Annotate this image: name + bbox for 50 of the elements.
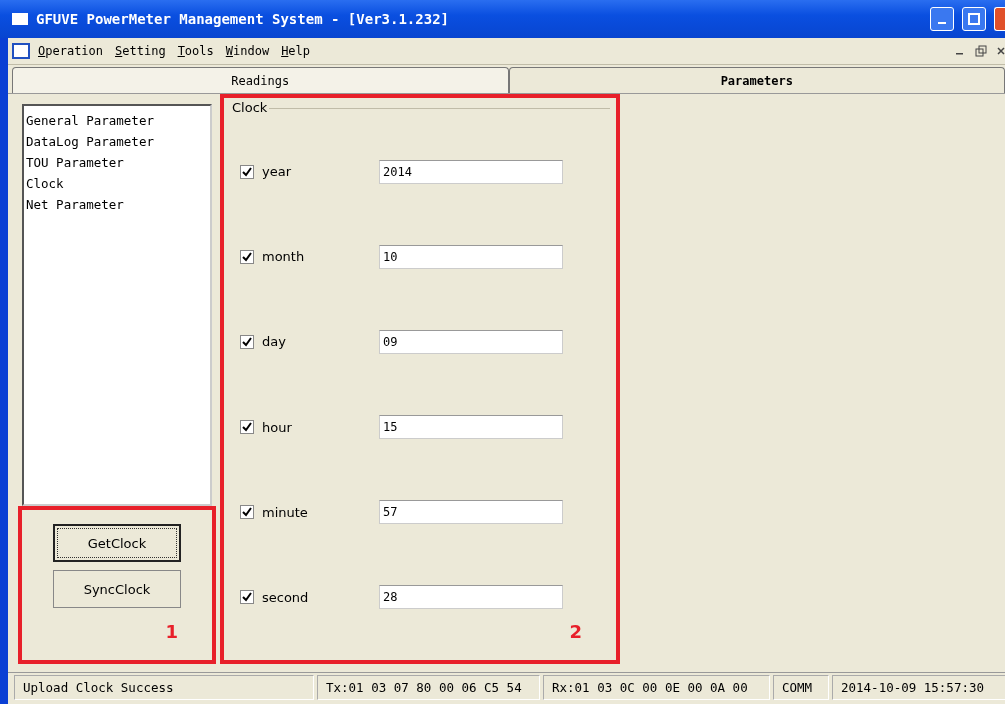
menu-item[interactable]: Help [277,44,315,58]
window-title: GFUVE PowerMeter Management System - [Ver3.1.232] [36,11,450,27]
field-label: day [262,334,287,350]
minimize-icon [938,22,946,24]
menu-item[interactable]: Window [221,44,274,58]
input-field[interactable]: 10 [379,244,563,269]
field-label: month [262,249,306,265]
list-item[interactable]: DataLog Parameter [26,131,208,152]
group-title: Clock [232,100,270,115]
status-cell: 2014-10-09 15:57:30 [832,675,1005,700]
window-icon [12,13,28,25]
annotation-number: 2 [569,621,582,642]
checkbox[interactable] [240,164,254,179]
close-button[interactable] [994,7,1005,31]
menu-item[interactable]: Tools [173,44,218,58]
input-field[interactable]: 2014 [379,159,563,184]
input-field[interactable]: 57 [379,500,563,525]
menu-item[interactable]: Setting [111,44,170,58]
annotation-number: 1 [165,621,178,642]
checkbox[interactable] [240,420,254,435]
list-item[interactable]: Net Parameter [26,194,208,215]
tab[interactable]: Readings [12,67,509,93]
restore-icon[interactable] [975,45,987,57]
tab[interactable]: Parameters [508,67,1005,93]
field-label: minute [262,504,309,520]
field-label: hour [262,419,293,435]
list-item[interactable]: TOU Parameter [26,152,208,173]
input-field[interactable]: 28 [379,585,563,610]
menu-item[interactable]: Operation [34,44,108,58]
checkbox[interactable] [240,505,254,520]
checkbox[interactable] [240,249,254,264]
clock-button[interactable]: GetClock [53,524,181,562]
clock-button[interactable]: SyncClock [53,570,181,608]
list-item[interactable]: General Parameter [26,110,208,131]
list-item[interactable]: Clock [26,173,208,194]
close-icon[interactable] [997,46,1005,56]
maximize-icon [968,13,980,25]
maximize-button[interactable] [962,7,986,31]
field-label: second [262,589,310,605]
status-cell: COMM [773,675,829,700]
input-field[interactable]: 15 [379,415,563,440]
status-cell: Rx:01 03 0C 00 0E 00 0A 00 [543,675,770,700]
input-field[interactable]: 09 [379,329,563,354]
checkbox[interactable] [240,590,254,605]
status-cell: Upload Clock Success [14,675,314,700]
field-label: year [262,164,292,180]
document-icon [12,43,30,59]
status-cell: Tx:01 03 07 80 00 06 C5 54 [317,675,540,700]
checkbox[interactable] [240,334,254,349]
minimize-button[interactable] [930,7,954,31]
